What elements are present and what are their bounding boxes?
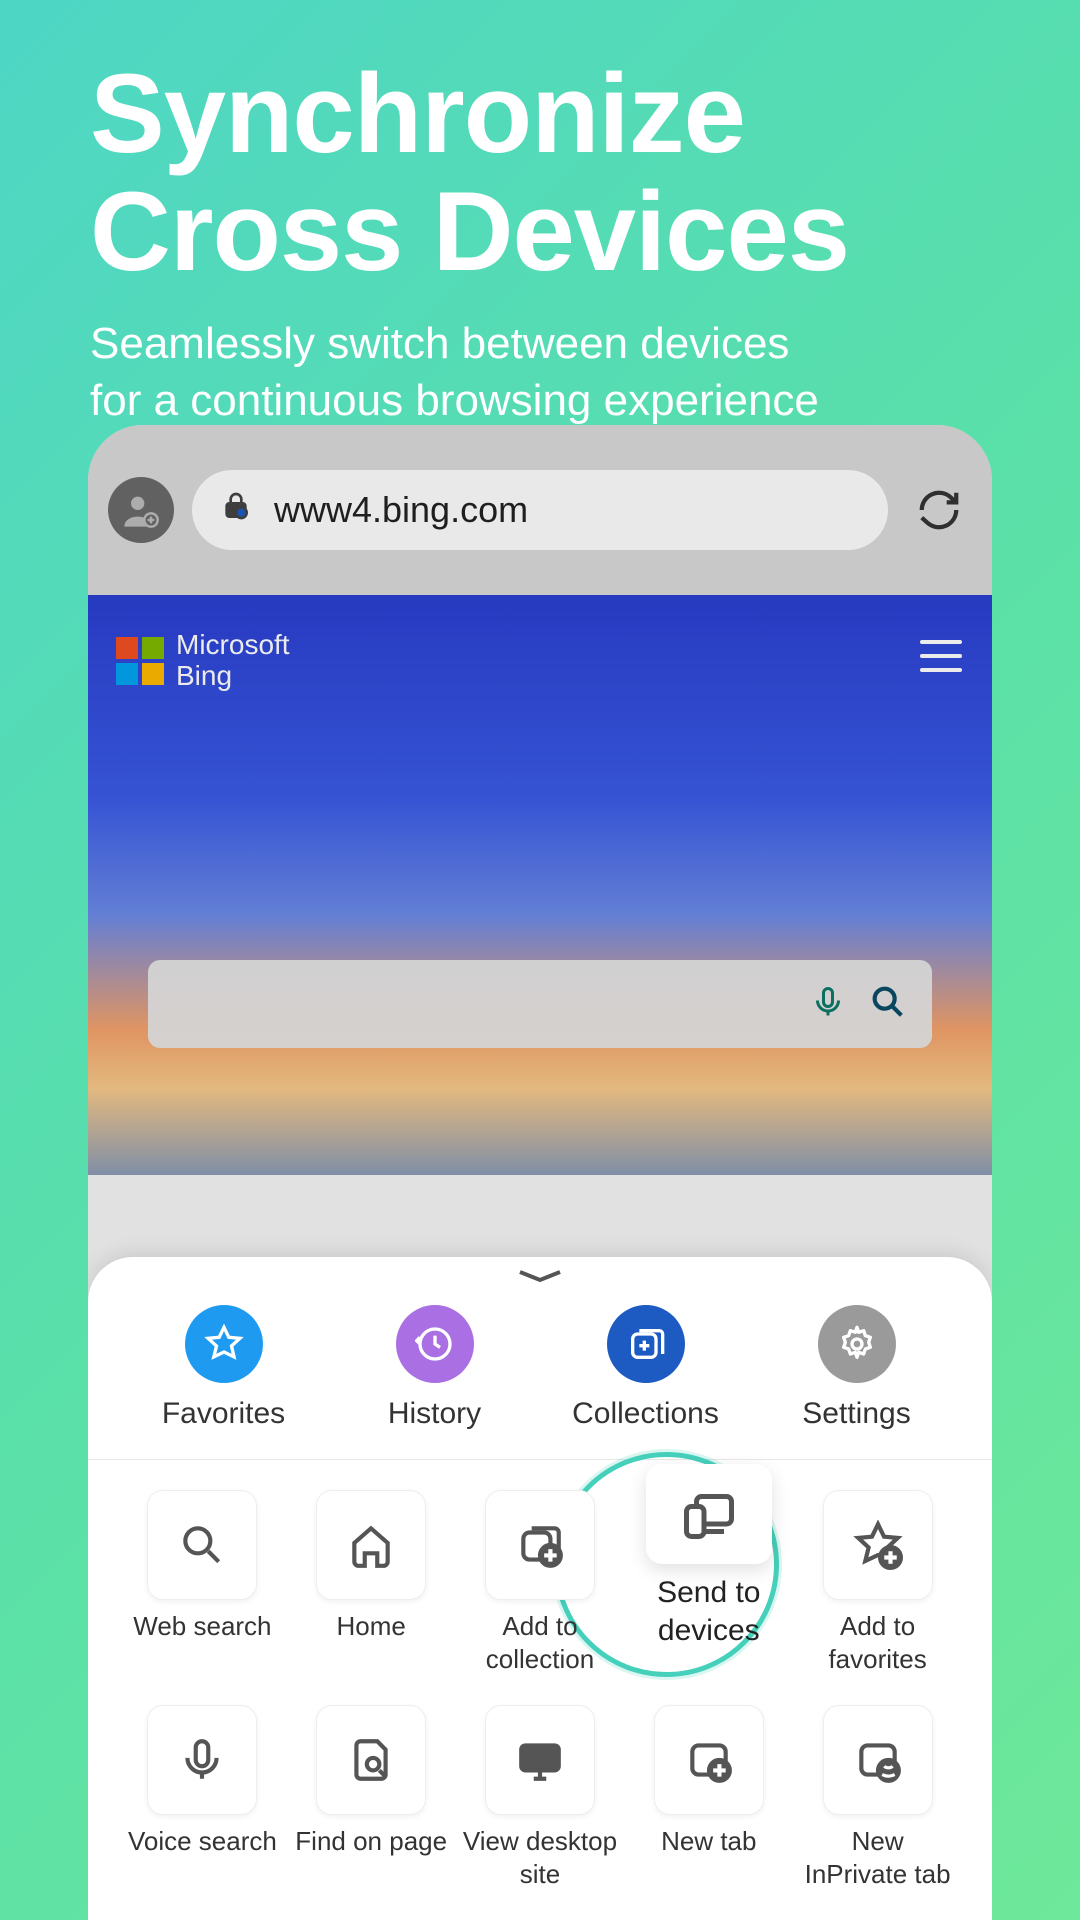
send-to-devices-button[interactable]: Send to devices xyxy=(629,1464,788,1649)
view-desktop-site-button[interactable]: View desktop site xyxy=(461,1705,620,1890)
quick-actions-row: Favorites History Collections Settings xyxy=(88,1293,992,1460)
microsoft-logo-icon xyxy=(116,637,164,685)
web-search-button[interactable]: Web search xyxy=(123,1490,282,1675)
add-to-collection-button[interactable]: Add to collection xyxy=(461,1490,620,1675)
mic-icon[interactable] xyxy=(810,984,846,1025)
menu-button[interactable] xyxy=(920,640,962,672)
search-icon[interactable] xyxy=(868,982,908,1027)
lock-icon xyxy=(220,489,252,531)
history-button[interactable]: History xyxy=(355,1305,515,1431)
star-icon xyxy=(185,1305,263,1383)
bing-logo[interactable]: MicrosoftBing xyxy=(116,630,290,692)
bing-label: MicrosoftBing xyxy=(176,630,290,692)
collections-button[interactable]: Collections xyxy=(566,1305,726,1431)
phone-mock: www4.bing.com MicrosoftBing xyxy=(88,425,992,1920)
add-to-favorites-button[interactable]: Add to favorites xyxy=(798,1490,957,1675)
refresh-button[interactable] xyxy=(906,477,972,543)
bing-search-bar[interactable] xyxy=(148,960,932,1048)
history-icon xyxy=(396,1305,474,1383)
sheet-grabber[interactable] xyxy=(88,1257,992,1293)
profile-avatar[interactable] xyxy=(108,477,174,543)
browser-topbar: www4.bing.com xyxy=(88,425,992,595)
home-button[interactable]: Home xyxy=(292,1490,451,1675)
voice-search-button[interactable]: Voice search xyxy=(123,1705,282,1890)
gear-icon xyxy=(818,1305,896,1383)
bing-homepage: MicrosoftBing xyxy=(88,595,992,1175)
collections-icon xyxy=(607,1305,685,1383)
settings-button[interactable]: Settings xyxy=(777,1305,937,1431)
find-on-page-button[interactable]: Find on page xyxy=(292,1705,451,1890)
address-bar[interactable]: www4.bing.com xyxy=(192,470,888,550)
url-text: www4.bing.com xyxy=(274,489,528,531)
new-tab-button[interactable]: New tab xyxy=(629,1705,788,1890)
bottom-sheet: Favorites History Collections Settings xyxy=(88,1257,992,1920)
new-inprivate-tab-button[interactable]: New InPrivate tab xyxy=(798,1705,957,1890)
favorites-button[interactable]: Favorites xyxy=(144,1305,304,1431)
hero-title: Synchronize Cross Devices xyxy=(0,0,1080,305)
